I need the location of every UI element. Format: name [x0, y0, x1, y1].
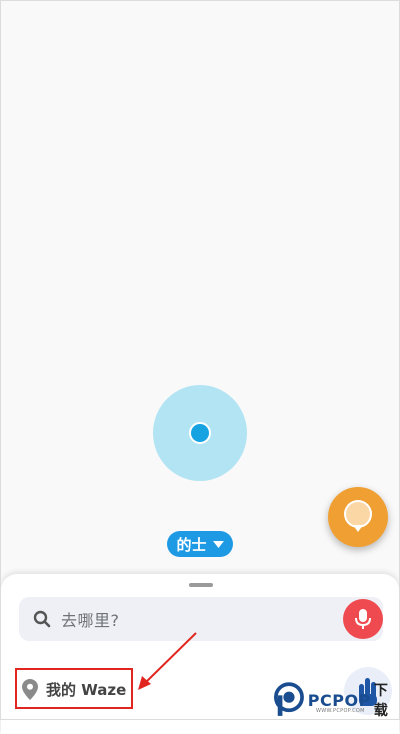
report-bubble-icon	[344, 500, 372, 532]
search-icon	[33, 610, 51, 628]
search-bar[interactable]: 去哪里?	[19, 597, 383, 641]
map-view[interactable]: 的士	[0, 0, 400, 580]
report-button[interactable]	[328, 487, 388, 547]
watermark-brand: PCPOP	[307, 690, 371, 710]
transport-mode-label: 的士	[176, 535, 207, 554]
watermark-tagline: WWW.PCPOP.COM	[316, 708, 365, 714]
transport-mode-chip[interactable]: 的士	[167, 531, 233, 557]
my-waze-label: 我的 Waze	[46, 680, 127, 699]
my-waze-button[interactable]: 我的 Waze	[22, 676, 126, 702]
watermark-suffix: 下载	[373, 683, 388, 719]
annotation-arrow	[138, 632, 197, 690]
watermark: PCPOP 下载 WWW.PCPOP.COM	[274, 680, 400, 720]
sheet-drag-handle[interactable]	[189, 583, 213, 587]
chevron-down-icon	[212, 540, 224, 548]
location-pin-icon	[22, 678, 38, 700]
pcpop-logo-icon	[274, 682, 304, 716]
search-placeholder: 去哪里?	[61, 611, 120, 630]
microphone-icon	[355, 609, 371, 629]
current-location-dot	[189, 422, 211, 444]
voice-search-button[interactable]	[343, 599, 383, 639]
